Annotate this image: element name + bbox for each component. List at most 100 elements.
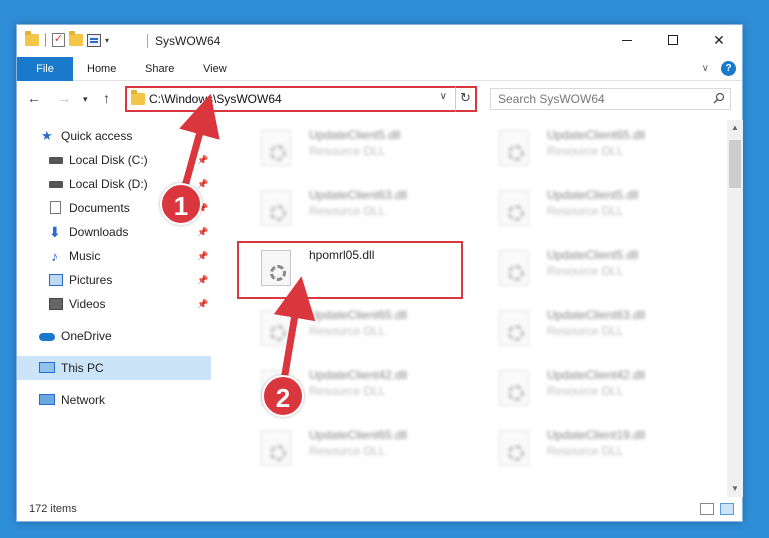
tab-home[interactable]: Home bbox=[79, 57, 124, 81]
dll-file-icon bbox=[261, 190, 291, 226]
dll-file-icon bbox=[261, 130, 291, 166]
pin-icon[interactable]: 📌 bbox=[197, 148, 208, 172]
file-list: UpdateClient5.dll Resource DLL UpdateCli… bbox=[213, 120, 727, 495]
sidebar-item-label: Quick access bbox=[61, 129, 133, 143]
help-icon[interactable]: ? bbox=[721, 61, 736, 76]
file-type: Resource DLL bbox=[309, 384, 386, 398]
pin-icon[interactable]: 📌 bbox=[197, 220, 208, 244]
tab-file[interactable]: File bbox=[17, 57, 73, 81]
dll-file-icon bbox=[499, 430, 529, 466]
sidebar-item-onedrive[interactable]: OneDrive bbox=[17, 324, 211, 348]
properties-icon[interactable] bbox=[87, 33, 101, 47]
scroll-thumb[interactable] bbox=[729, 140, 741, 188]
view-toggle bbox=[700, 503, 734, 515]
file-name: UpdateClient63.dll bbox=[547, 308, 646, 322]
file-name: UpdateClient42.dll bbox=[547, 368, 646, 382]
file-item[interactable]: UpdateClient65.dll Resource DLL bbox=[237, 420, 463, 472]
large-icons-view-icon[interactable] bbox=[720, 503, 734, 515]
file-item[interactable]: UpdateClient42.dll Resource DLL bbox=[475, 360, 701, 412]
refresh-button[interactable]: ↻ bbox=[455, 86, 477, 112]
step-1-badge: 1 bbox=[160, 183, 202, 225]
sidebar-item-label: Videos bbox=[69, 297, 106, 311]
close-button[interactable]: ✕ bbox=[696, 25, 742, 55]
scroll-up-icon[interactable]: ▲ bbox=[727, 120, 743, 136]
dll-file-icon bbox=[499, 130, 529, 166]
cloud-icon bbox=[39, 333, 55, 341]
refresh-icon: ↻ bbox=[460, 90, 471, 105]
expand-ribbon-chevron-icon[interactable]: ∨ bbox=[702, 63, 709, 74]
search-box[interactable]: Search SysWOW64 bbox=[490, 88, 731, 110]
file-item[interactable]: UpdateClient65.dll Resource DLL bbox=[237, 300, 463, 352]
file-item[interactable]: UpdateClient5.dll Resource DLL bbox=[237, 120, 463, 172]
pin-icon[interactable]: 📌 bbox=[197, 244, 208, 268]
pin-icon[interactable]: 📌 bbox=[197, 268, 208, 292]
file-item[interactable]: UpdateClient5.dll Resource DLL bbox=[475, 180, 701, 232]
dll-file-icon bbox=[261, 310, 291, 346]
sidebar-item-local-disk-c[interactable]: Local Disk (C:) 📌 bbox=[17, 148, 211, 172]
sidebar-item-network[interactable]: Network bbox=[17, 388, 211, 412]
properties-check-icon[interactable]: ✓ bbox=[52, 33, 65, 47]
pin-icon[interactable]: 📌 bbox=[197, 292, 208, 316]
highlight-box-hpomrl05 bbox=[237, 241, 463, 299]
sidebar-item-label: Network bbox=[61, 393, 106, 407]
customize-toolbar-icon[interactable]: ▾ bbox=[105, 36, 109, 45]
sidebar-item-this-pc[interactable]: This PC bbox=[17, 356, 211, 380]
file-type: Resource DLL bbox=[547, 324, 624, 338]
file-item[interactable]: UpdateClient65.dll Resource DLL bbox=[475, 120, 701, 172]
explorer-window: ✓ ▾ SysWOW64 ✕ File Home Share View ∨ ? … bbox=[16, 24, 743, 522]
file-item[interactable]: UpdateClient5.dll Resource DLL bbox=[475, 240, 701, 292]
network-icon bbox=[39, 394, 55, 405]
new-folder-icon[interactable] bbox=[69, 31, 83, 46]
search-input[interactable]: Search SysWOW64 bbox=[498, 92, 605, 106]
file-name: UpdateClient19.dll bbox=[547, 428, 646, 442]
sidebar-item-videos[interactable]: Videos 📌 bbox=[17, 292, 211, 316]
dll-file-icon bbox=[499, 370, 529, 406]
forward-arrow-icon[interactable]: → bbox=[57, 90, 71, 106]
sidebar-item-quick-access[interactable]: ★ Quick access bbox=[17, 124, 211, 148]
videos-icon bbox=[49, 298, 63, 310]
vertical-scrollbar[interactable]: ▲ ▼ bbox=[727, 120, 743, 497]
address-path[interactable]: C:\Windows\SysWOW64 bbox=[149, 92, 282, 106]
folder-icon[interactable] bbox=[25, 31, 39, 46]
sidebar-item-pictures[interactable]: Pictures 📌 bbox=[17, 268, 211, 292]
computer-icon bbox=[39, 362, 55, 373]
window-controls: ✕ bbox=[604, 25, 742, 55]
search-icon[interactable] bbox=[713, 92, 725, 104]
address-dropdown-icon[interactable]: ∨ bbox=[440, 91, 447, 102]
pictures-icon bbox=[49, 274, 63, 286]
sidebar-item-label: OneDrive bbox=[61, 329, 112, 343]
file-name: UpdateClient63.dll bbox=[309, 188, 408, 202]
file-name: UpdateClient5.dll bbox=[547, 248, 639, 262]
dll-file-icon bbox=[499, 190, 529, 226]
address-bar[interactable]: C:\Windows\SysWOW64 ∨ bbox=[125, 86, 477, 112]
tab-share[interactable]: Share bbox=[137, 57, 182, 81]
navigation-pane: ★ Quick access Local Disk (C:) 📌 Local D… bbox=[17, 120, 211, 495]
up-arrow-icon[interactable]: ↑ bbox=[103, 90, 110, 106]
file-item[interactable]: UpdateClient63.dll Resource DLL bbox=[475, 300, 701, 352]
file-name: UpdateClient5.dll bbox=[547, 188, 639, 202]
maximize-icon bbox=[668, 35, 678, 45]
tab-view[interactable]: View bbox=[195, 57, 235, 81]
file-type: Resource DLL bbox=[309, 324, 386, 338]
dll-file-icon bbox=[499, 250, 529, 286]
close-icon: ✕ bbox=[713, 31, 725, 48]
ribbon-tabs: File Home Share View ∨ ? bbox=[17, 57, 742, 81]
sidebar-item-label: Downloads bbox=[69, 225, 129, 239]
sidebar-item-music[interactable]: ♪ Music 📌 bbox=[17, 244, 211, 268]
details-view-icon[interactable] bbox=[700, 503, 714, 515]
dll-file-icon bbox=[261, 430, 291, 466]
file-name: UpdateClient5.dll bbox=[309, 128, 401, 142]
drive-icon bbox=[49, 157, 63, 164]
sidebar-item-label: Documents bbox=[69, 201, 130, 215]
file-type: Resource DLL bbox=[547, 144, 624, 158]
maximize-button[interactable] bbox=[650, 25, 696, 55]
recent-locations-chevron-icon[interactable]: ▾ bbox=[83, 94, 88, 105]
item-count: 172 items bbox=[29, 503, 77, 515]
file-item[interactable]: UpdateClient63.dll Resource DLL bbox=[237, 180, 463, 232]
back-arrow-icon[interactable]: ← bbox=[27, 90, 41, 106]
minimize-button[interactable] bbox=[604, 25, 650, 55]
scroll-down-icon[interactable]: ▼ bbox=[727, 481, 743, 497]
documents-icon bbox=[50, 201, 61, 214]
file-item[interactable]: UpdateClient19.dll Resource DLL bbox=[475, 420, 701, 472]
window-title: SysWOW64 bbox=[155, 34, 221, 48]
